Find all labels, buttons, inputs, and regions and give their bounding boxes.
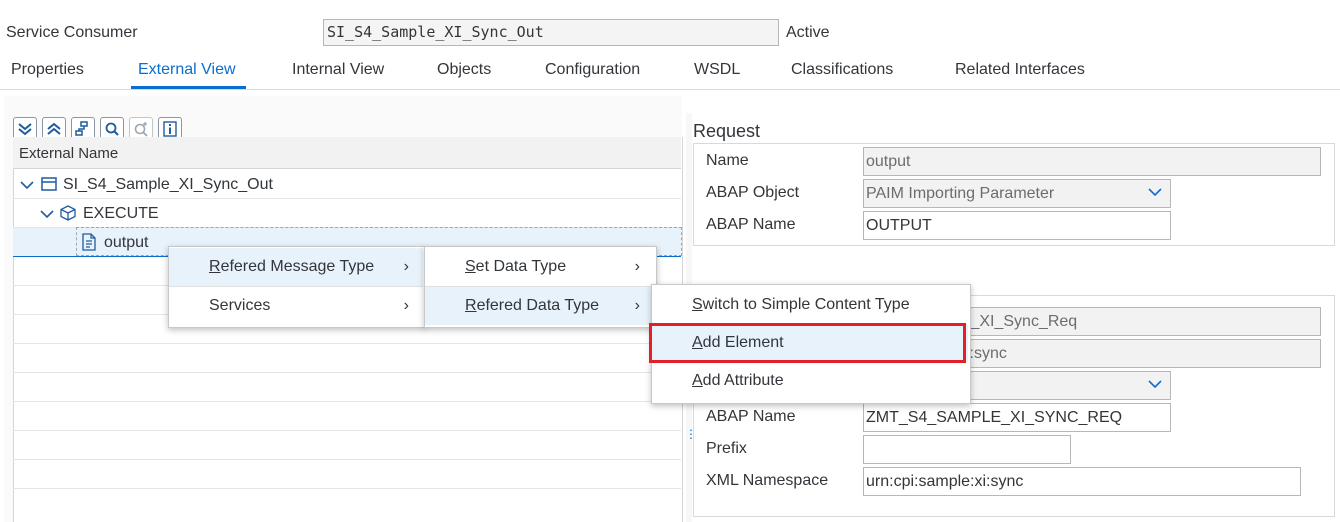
row-divider (13, 459, 681, 460)
tab-internal-view[interactable]: Internal View (292, 61, 384, 79)
abap-object-value: PAIM Importing Parameter (866, 185, 1055, 202)
context-menu-level1: Refered Message Type › Services › (168, 246, 426, 328)
menu-item-label: witch to Simple Content Type (702, 296, 910, 313)
column-header-external-name: External Name (13, 137, 681, 169)
menu-item-label: efered Message Type (220, 258, 375, 275)
tab-classifications[interactable]: Classifications (791, 61, 893, 79)
abap-object-label: ABAP Object (706, 184, 800, 201)
tab-properties[interactable]: Properties (11, 61, 84, 79)
row-divider (13, 198, 681, 199)
abap-object-dropdown[interactable]: PAIM Importing Parameter (863, 179, 1171, 208)
name-field: output (863, 147, 1321, 176)
menu-item-set-data-type[interactable]: Set Data Type › (425, 248, 654, 286)
accel-key: S (692, 296, 703, 313)
row-divider (13, 372, 681, 373)
name-label: Name (706, 152, 749, 169)
menu-item-switch-simple-content[interactable]: Switch to Simple Content Type (652, 286, 968, 324)
chevron-down-icon (1148, 184, 1162, 200)
menu-item-label: dd Attribute (702, 372, 784, 389)
tree-node-operation[interactable]: EXECUTE (83, 205, 159, 223)
chevron-down-icon (1148, 376, 1162, 392)
tree-node-output[interactable]: output (104, 234, 148, 252)
accel-key: R (209, 258, 221, 275)
abap-name-input[interactable]: OUTPUT (863, 211, 1171, 240)
operation-icon (60, 205, 76, 226)
menu-item-refered-message-type[interactable]: Refered Message Type › (169, 248, 423, 286)
accel-key: R (465, 297, 477, 314)
row-divider (13, 430, 681, 431)
prefix-label: Prefix (706, 440, 747, 457)
menu-item-label: et Data Type (475, 258, 567, 275)
chevron-right-icon: › (634, 258, 640, 275)
chevron-down-icon[interactable] (20, 178, 34, 196)
row-divider (13, 401, 681, 402)
prefix-input[interactable] (863, 435, 1071, 464)
chevron-right-icon: › (403, 297, 409, 314)
object-name-field: SI_S4_Sample_XI_Sync_Out (323, 19, 779, 46)
tree-node-service[interactable]: SI_S4_Sample_XI_Sync_Out (63, 176, 273, 194)
tab-related-interfaces[interactable]: Related Interfaces (955, 61, 1085, 79)
row-divider (13, 343, 681, 344)
chevron-right-icon: › (634, 297, 640, 314)
tab-objects[interactable]: Objects (437, 61, 491, 79)
menu-item-add-attribute[interactable]: Add Attribute (652, 362, 968, 400)
active-tab-indicator (131, 86, 246, 89)
abap-name-label: ABAP Name (706, 216, 796, 233)
accel-key: A (692, 372, 703, 389)
chevron-down-icon[interactable] (40, 207, 54, 225)
context-menu-level2: Set Data Type › Refered Data Type › (424, 246, 657, 328)
tab-wsdl[interactable]: WSDL (694, 61, 740, 79)
menu-item-label: Services (209, 297, 271, 314)
menu-item-label: efered Data Type (476, 297, 600, 314)
status-text: Active (786, 24, 830, 41)
accel-key: S (465, 258, 476, 275)
service-icon (41, 177, 57, 196)
object-type-label: Service Consumer (6, 24, 138, 41)
tree-table (13, 137, 683, 522)
xml-namespace-input[interactable]: urn:cpi:sample:xi:sync (863, 467, 1301, 496)
row-divider (13, 488, 681, 489)
type-abap-name-label: ABAP Name (706, 408, 796, 425)
tab-configuration[interactable]: Configuration (545, 61, 640, 79)
menu-item-services[interactable]: Services › (169, 287, 423, 325)
tab-external-view[interactable]: External View (138, 61, 236, 79)
request-section-title: Request (693, 121, 761, 141)
xml-namespace-label: XML Namespace (706, 472, 829, 489)
highlight-box (649, 323, 966, 363)
type-abap-name-input[interactable]: ZMT_S4_SAMPLE_XI_SYNC_REQ (863, 403, 1171, 432)
document-icon (80, 233, 98, 256)
chevron-right-icon: › (403, 258, 409, 275)
menu-item-refered-data-type[interactable]: Refered Data Type › (425, 287, 654, 325)
